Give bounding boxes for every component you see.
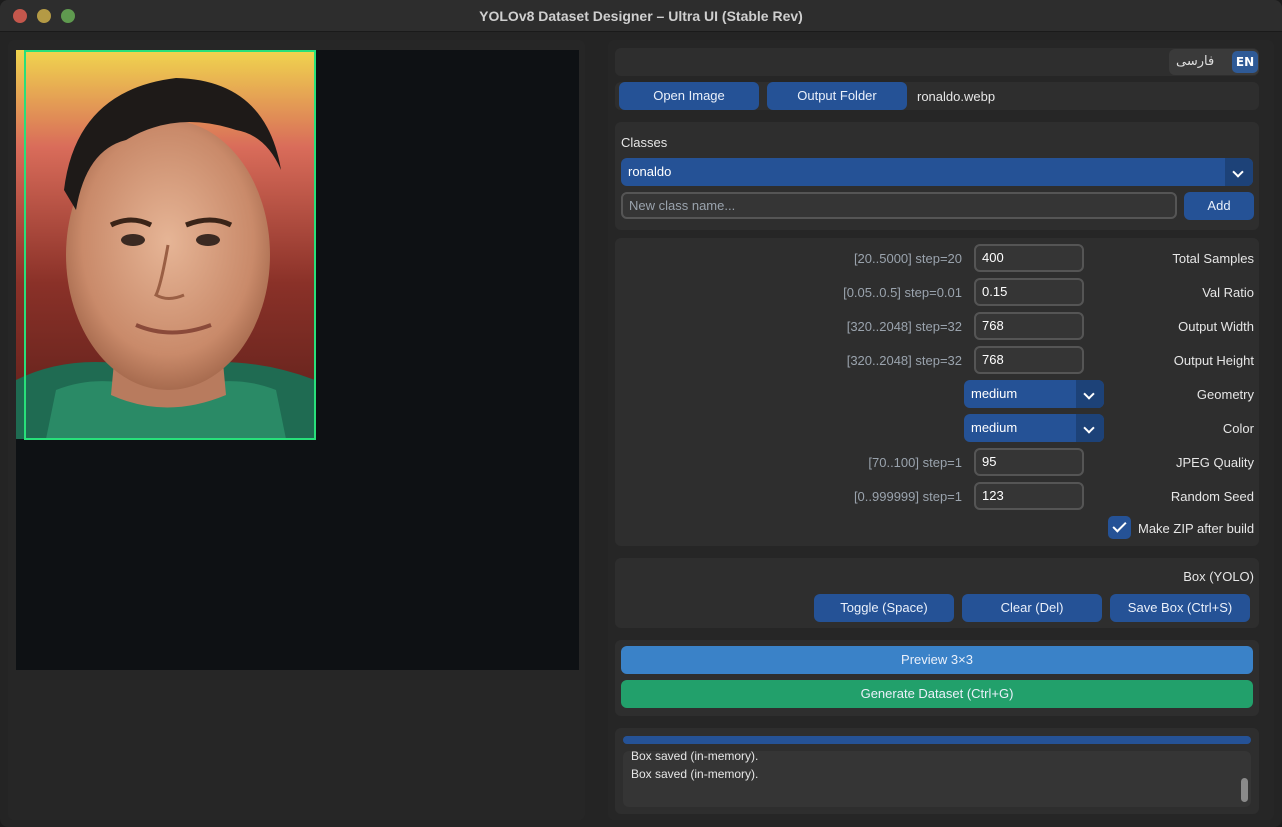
param-hint: [20..5000] step=20 <box>853 251 962 266</box>
make-zip-label: Make ZIP after build <box>1138 521 1255 536</box>
add-class-button[interactable]: Add <box>1184 192 1254 220</box>
param-label: Output Height <box>1173 353 1254 368</box>
check-icon <box>1112 518 1127 533</box>
app-window: YOLOv8 Dataset Designer – Ultra UI (Stab… <box>0 0 1282 827</box>
color-select[interactable]: medium <box>964 414 1104 442</box>
output-height-input[interactable]: 768 <box>974 346 1084 374</box>
language-bar <box>615 48 1259 76</box>
output-folder-button[interactable]: Output Folder <box>767 82 907 110</box>
class-select[interactable]: ronaldo <box>621 158 1253 186</box>
jpeg-quality-input[interactable]: 95 <box>974 448 1084 476</box>
window-title: YOLOv8 Dataset Designer – Ultra UI (Stab… <box>479 8 803 24</box>
title-bar: YOLOv8 Dataset Designer – Ultra UI (Stab… <box>0 0 1282 32</box>
progress-bar <box>623 736 1251 744</box>
generate-dataset-button[interactable]: Generate Dataset (Ctrl+G) <box>621 680 1253 708</box>
param-label: JPEG Quality <box>1175 455 1254 470</box>
class-select-value: ronaldo <box>628 164 672 179</box>
log-scrollbar[interactable] <box>1241 778 1248 802</box>
total-samples-input[interactable]: 400 <box>974 244 1084 272</box>
log-output[interactable]: Box saved (in-memory). Box saved (in-mem… <box>623 751 1251 807</box>
random-seed-input[interactable]: 123 <box>974 482 1084 510</box>
new-class-input[interactable]: New class name... <box>621 192 1177 219</box>
param-label: Color <box>1222 421 1254 436</box>
param-label: Val Ratio <box>1202 285 1254 300</box>
val-ratio-input[interactable]: 0.15 <box>974 278 1084 306</box>
toggle-box-button[interactable]: Toggle (Space) <box>814 594 954 622</box>
param-label: Total Samples <box>1172 251 1254 266</box>
preview-button[interactable]: Preview 3×3 <box>621 646 1253 674</box>
log-line: Box saved (in-memory). <box>631 751 759 763</box>
geometry-select-value: medium <box>971 386 1018 401</box>
filename-label: ronaldo.webp <box>917 89 996 104</box>
param-hint: [0..999999] step=1 <box>853 489 962 504</box>
param-hint: [0.05..0.5] step=0.01 <box>843 285 962 300</box>
box-heading: Box (YOLO) <box>1183 569 1254 584</box>
geometry-select[interactable]: medium <box>964 380 1104 408</box>
classes-heading: Classes <box>621 135 668 150</box>
lang-farsi-option[interactable]: فارسی <box>1176 54 1214 69</box>
chevron-down-icon[interactable] <box>1225 158 1253 186</box>
output-width-input[interactable]: 768 <box>974 312 1084 340</box>
param-label: Geometry <box>1196 387 1254 402</box>
log-line: Box saved (in-memory). <box>631 767 759 781</box>
param-label: Output Width <box>1178 319 1254 334</box>
param-hint: [320..2048] step=32 <box>846 319 962 334</box>
lang-english-option[interactable]: EN <box>1232 51 1258 73</box>
bounding-box[interactable] <box>24 50 316 440</box>
open-image-button[interactable]: Open Image <box>619 82 759 110</box>
make-zip-checkbox[interactable] <box>1108 516 1131 539</box>
param-label: Random Seed <box>1170 489 1254 504</box>
param-hint: [320..2048] step=32 <box>846 353 962 368</box>
param-hint: [70..100] step=1 <box>868 455 962 470</box>
clear-box-button[interactable]: Clear (Del) <box>962 594 1102 622</box>
color-select-value: medium <box>971 420 1018 435</box>
save-box-button[interactable]: Save Box (Ctrl+S) <box>1110 594 1250 622</box>
